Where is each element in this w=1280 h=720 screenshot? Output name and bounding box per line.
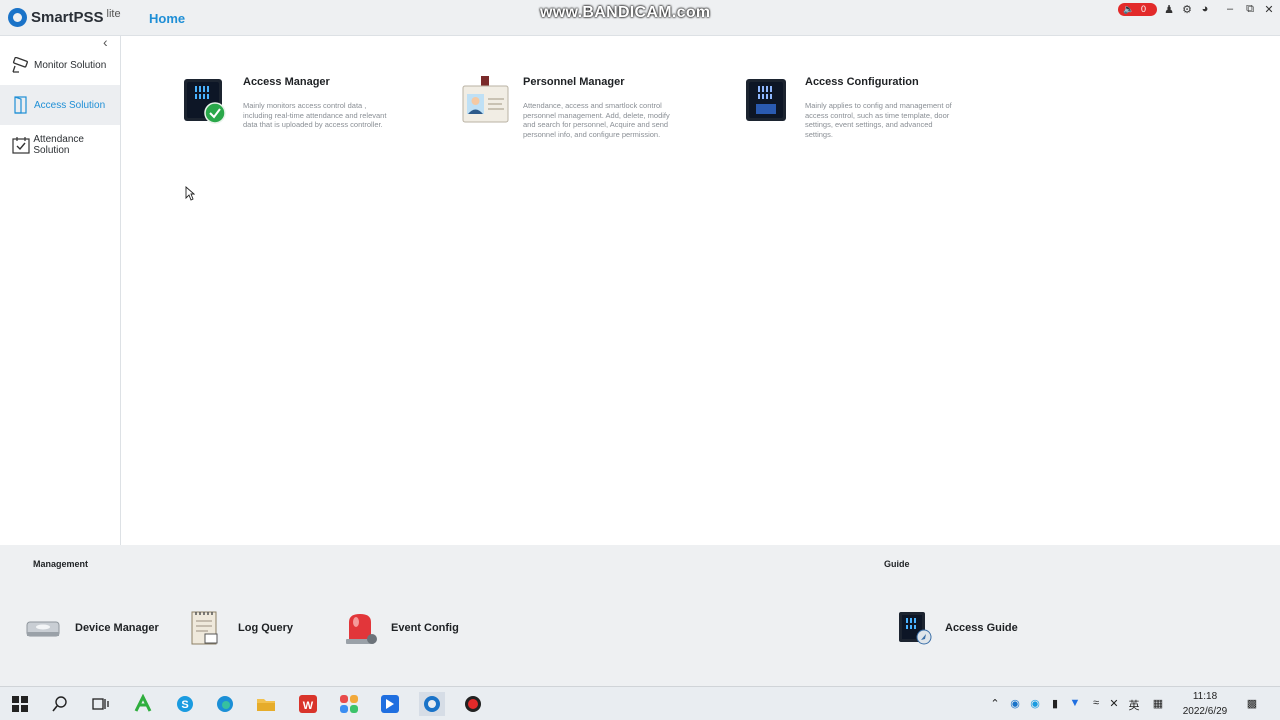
door-icon (11, 96, 31, 114)
clock-time: 11:18 (1192, 691, 1218, 702)
svg-text:S: S (181, 699, 188, 711)
sidebar: ‹ Monitor Solution Access Solution Atten… (0, 34, 121, 545)
volume-muted-icon[interactable]: ✕ (1107, 697, 1121, 710)
speaker-icon: 🔈 (1123, 4, 1135, 14)
task-view-icon[interactable] (87, 692, 113, 716)
personnel-badge-icon (462, 76, 509, 124)
access-configuration-icon (744, 76, 790, 124)
gauge-icon[interactable]: ◕ (1198, 3, 1212, 15)
user-icon[interactable]: ♟ (1162, 3, 1176, 16)
smartpss-taskbar-icon[interactable] (419, 692, 445, 716)
module-title: Access Configuration (805, 76, 919, 88)
guide-section-title: Guide (884, 559, 910, 569)
access-guide-button[interactable]: Access Guide (895, 610, 1018, 646)
access-guide-label: Access Guide (945, 622, 1018, 634)
skype-icon[interactable]: S (172, 692, 198, 716)
module-description: Attendance, access and smartlock control… (523, 101, 670, 139)
svg-text:W: W (303, 700, 314, 712)
close-icon[interactable]: ✕ (1262, 3, 1276, 16)
device-manager-label: Device Manager (75, 622, 159, 634)
mouse-cursor-icon (185, 186, 196, 206)
battery-icon[interactable]: ▮ (1048, 697, 1062, 710)
clock-date: 2022/6/29 (1182, 706, 1228, 717)
gear-icon[interactable]: ⚙ (1180, 3, 1194, 16)
tray-smartpss-icon[interactable]: ◉ (1008, 697, 1022, 710)
event-config-label: Event Config (391, 622, 459, 634)
device-manager-button[interactable]: Device Manager (25, 610, 159, 646)
wifi-icon[interactable]: ≈ (1089, 697, 1103, 709)
bottom-panel: Management Guide Device Manager Log Quer… (0, 545, 1280, 686)
sidebar-item-access-solution[interactable]: Access Solution (0, 85, 120, 125)
system-clock[interactable]: 11:18 2022/6/29 (1176, 689, 1234, 719)
module-description: Mainly monitors access control data , in… (243, 101, 387, 129)
ime-indicator[interactable]: 英 (1127, 697, 1141, 713)
colorful-app-icon[interactable] (336, 692, 362, 716)
app-logo: SmartPSS lite (8, 8, 121, 28)
sidebar-item-label: Attendance Solution (33, 134, 84, 156)
event-config-button[interactable]: Event Config (341, 610, 459, 646)
sidebar-item-attendance-solution[interactable]: Attendance Solution (0, 125, 120, 165)
windows-taskbar: S W ⌃ ◉ ◉ ▮ ▼ ≈ ✕ 英 ▦ 11:18 2022/6/29 ▩ (0, 686, 1280, 720)
log-notepad-icon (188, 610, 228, 646)
main-content: Access Manager Mainly monitors access co… (122, 36, 1280, 545)
minimize-icon[interactable]: – (1223, 3, 1237, 15)
taskbar-app-green-icon[interactable] (130, 692, 156, 716)
edge-browser-icon[interactable] (212, 692, 238, 716)
show-hidden-icons-icon[interactable]: ⌃ (988, 697, 1002, 710)
log-query-button[interactable]: Log Query (188, 610, 293, 646)
module-description: Mainly applies to config and management … (805, 101, 952, 139)
logo-badge-icon (8, 8, 27, 27)
sidebar-item-label: Monitor Solution (34, 59, 107, 71)
log-query-label: Log Query (238, 622, 294, 634)
wps-office-icon[interactable]: W (295, 692, 321, 716)
app-edition: lite (106, 8, 121, 20)
sidebar-item-label: Access Solution (34, 99, 106, 111)
module-title: Personnel Manager (523, 76, 625, 88)
notification-center-icon[interactable]: ▩ (1245, 697, 1259, 710)
app-name: SmartPSS (31, 9, 104, 26)
windows-start-icon[interactable] (7, 692, 33, 716)
cctv-camera-icon (11, 56, 31, 74)
alarm-counter-button[interactable]: 🔈 0 (1118, 3, 1157, 16)
access-manager-icon (182, 76, 228, 124)
file-explorer-icon[interactable] (253, 692, 279, 716)
calendar-check-icon (11, 136, 30, 154)
alarm-siren-icon (341, 610, 381, 646)
title-bar: SmartPSS lite Home www.BANDICAM.com 🔈 0 … (0, 0, 1280, 36)
bandicam-record-icon[interactable] (460, 692, 486, 716)
access-guide-icon (895, 610, 935, 646)
search-icon[interactable] (47, 692, 73, 716)
tray-skype-icon[interactable]: ◉ (1028, 697, 1042, 710)
ime-mode-icon[interactable]: ▦ (1151, 697, 1165, 710)
tab-home[interactable]: Home (149, 11, 185, 26)
restore-icon[interactable]: ⧉ (1243, 3, 1257, 16)
blue-app-icon[interactable] (377, 692, 403, 716)
tray-app-icon[interactable]: ▼ (1068, 697, 1082, 709)
recording-watermark: www.BANDICAM.com (540, 4, 711, 21)
management-section-title: Management (33, 559, 89, 569)
alarm-count: 0 (1141, 4, 1147, 14)
device-icon (25, 610, 65, 646)
sidebar-item-monitor-solution[interactable]: Monitor Solution (0, 45, 120, 85)
module-title: Access Manager (243, 76, 330, 88)
